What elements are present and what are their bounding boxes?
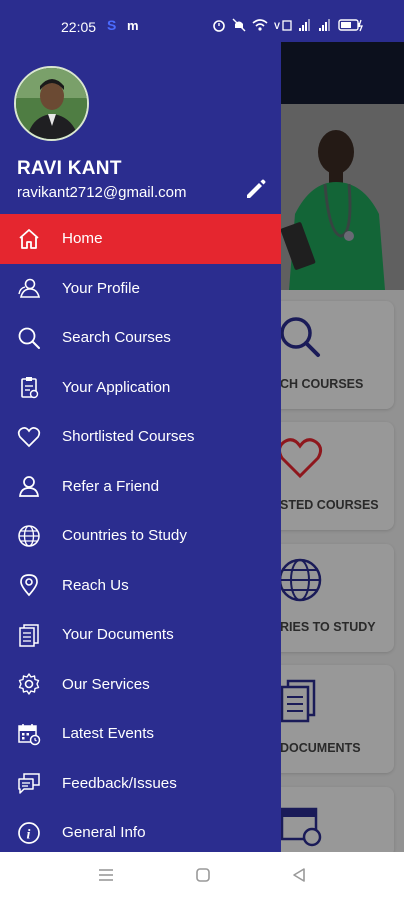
menu-item-label: Our Services [62,675,150,693]
menu-item-your-profile[interactable]: Your Profile [0,264,281,314]
profile-icon [16,275,42,301]
svg-text:i: i [27,827,31,842]
menu-item-label: Your Documents [62,626,174,644]
menu-item-feedback-issues[interactable]: Feedback/Issues [0,759,281,809]
menu-item-refer-a-friend[interactable]: Refer a Friend [0,462,281,512]
home-icon [16,226,42,252]
menu-item-your-documents[interactable]: Your Documents [0,610,281,660]
recents-menu-icon[interactable] [97,866,115,884]
m-app-icon: m [127,18,139,33]
globe-icon [16,523,42,549]
menu-item-label: Your Profile [62,279,140,297]
menu-item-label: Your Application [62,378,171,396]
volte-icon: V [274,20,292,31]
documents-icon [16,622,42,648]
edit-profile-button[interactable] [243,176,269,202]
menu-item-label: Reach Us [62,576,129,594]
avatar[interactable] [14,66,89,141]
signal-icon [299,19,310,31]
menu-item-label: Refer a Friend [62,477,160,495]
svg-text:V: V [274,21,280,31]
heart-icon [16,424,42,450]
feedback-icon [16,770,42,796]
system-navigation-bar [0,852,404,900]
s-app-icon: S [107,17,117,33]
status-bar: 22:05 S m V [0,0,404,42]
signal2-icon [319,19,330,31]
menu-item-label: General Info [62,824,146,842]
home-nav-icon[interactable] [194,866,212,884]
menu-item-your-application[interactable]: Your Application [0,363,281,413]
user-name: RAVI KANT [17,158,122,179]
user-email: ravikant2712@gmail.com [17,184,187,201]
alarm-icon [213,20,225,32]
menu-item-shortlisted-courses[interactable]: Shortlisted Courses [0,412,281,462]
battery-icon [338,19,363,32]
drawer-menu: Home Your Profile Search Courses Your Ap… [0,214,281,852]
menu-item-general-info[interactable]: i General Info [0,808,281,852]
location-pin-icon [16,572,42,598]
calendar-icon [16,721,42,747]
person-icon [16,473,42,499]
menu-item-home[interactable]: Home [0,214,281,264]
menu-item-reach-us[interactable]: Reach Us [0,561,281,611]
menu-item-label: Countries to Study [62,527,187,545]
gear-icon [16,671,42,697]
menu-item-our-services[interactable]: Our Services [0,660,281,710]
pencil-icon [247,179,266,198]
menu-item-latest-events[interactable]: Latest Events [0,709,281,759]
navigation-drawer: RAVI KANT ravikant2712@gmail.com Home Yo… [0,42,281,852]
menu-item-countries-to-study[interactable]: Countries to Study [0,511,281,561]
status-time: 22:05 [61,19,97,35]
wifi-icon [252,19,268,31]
menu-item-label: Feedback/Issues [62,774,177,792]
back-nav-icon[interactable] [290,866,308,884]
menu-item-search-courses[interactable]: Search Courses [0,313,281,363]
info-icon: i [16,820,42,846]
menu-item-label: Home [62,230,103,248]
application-icon [16,374,42,400]
menu-item-label: Shortlisted Courses [62,428,195,446]
menu-item-label: Latest Events [62,725,155,743]
menu-item-label: Search Courses [62,329,171,347]
drawer-scrim[interactable] [281,42,404,852]
mute-icon [232,18,246,32]
search-icon [16,325,42,351]
